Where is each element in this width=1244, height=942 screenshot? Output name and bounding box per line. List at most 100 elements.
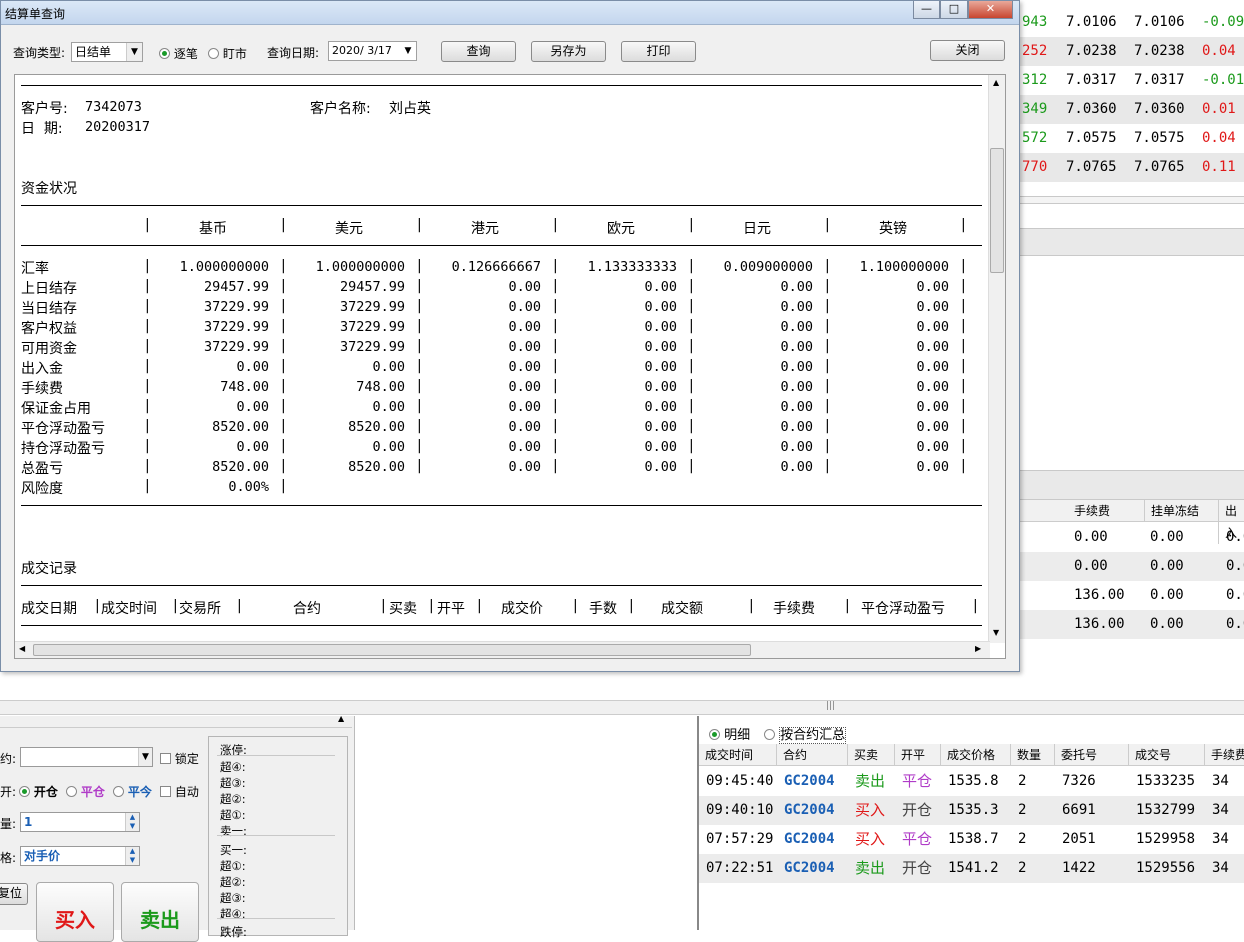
radio-close[interactable]: 平仓 [66,783,105,800]
buy-button[interactable]: 买入 [36,882,114,942]
fund-value-cell: 0.00 [916,419,949,435]
grip-icon[interactable]: ||| [826,701,835,711]
trade-cell-side: 卖出 [855,772,886,790]
spinner-icon[interactable]: ▲ ▼ [125,847,139,865]
currency-header-cell: 基币 [199,221,227,237]
settlement-report[interactable]: 客户号: 7342073 客户名称: 刘占英 日 期: 20200317 资金状… [14,74,1006,659]
print-button[interactable]: 打印 [621,41,696,62]
ladder-label: 超④: [220,760,246,774]
save-as-button[interactable]: 另存为 [531,41,606,62]
column-separator: | [689,217,694,233]
panel-splitter[interactable]: ||| [0,700,1244,715]
reset-button[interactable]: 复位 [0,883,28,905]
table-row[interactable]: 07:22:51 GC2004 卖出 开仓 1541.2 2 1422 1529556 34 [699,854,1244,883]
close-window-button[interactable]: ✕ [968,1,1013,19]
fee-cell: 0.00 [1150,529,1184,545]
trade-header-cell: 成交日期 [21,601,77,617]
fund-value-cell: 0.00 [508,419,541,435]
column-separator: | [281,398,286,414]
trade-header-cell: 成交时间 [101,601,157,617]
qty-input[interactable]: 1 ▲ ▼ [20,812,140,832]
scroll-down-icon[interactable]: ▼ [993,628,999,637]
trade-cell-contract: GC2004 [784,831,835,847]
divider [21,205,982,206]
fund-value-cell: 0.00 [916,439,949,455]
ladder-label: 超③: [220,891,246,905]
price-input[interactable]: 对手价 ▲ ▼ [20,846,140,866]
spinner-icon[interactable]: ▲ ▼ [125,813,139,831]
column-separator: | [145,278,150,294]
quote-cell: 7.0317 [1134,72,1185,88]
scroll-thumb[interactable] [990,148,1004,273]
fund-value-cell: 0.00 [916,319,949,335]
radio-off-icon[interactable] [66,786,77,797]
background-scrollbar[interactable] [1020,196,1244,204]
scroll-right-icon[interactable]: ▶ [975,644,981,653]
scroll-up-icon[interactable]: ▲ [993,78,999,87]
radio-close-today[interactable]: 平今 [113,783,152,800]
radio-off-icon[interactable] [113,786,124,797]
contract-label: 约: [0,752,17,766]
minimize-button[interactable]: — [913,1,940,19]
lock-checkbox[interactable]: 锁定 [160,750,199,767]
radio-dingshi[interactable]: 盯市 [208,45,247,62]
query-button[interactable]: 查询 [441,41,516,62]
trade-cell-price: 1535.3 [948,802,999,818]
table-row[interactable]: 09:45:40 GC2004 卖出 平仓 1535.8 2 7326 1533235 34 [699,767,1244,796]
currency-header-cell: 日元 [743,221,771,237]
dialog-titlebar[interactable]: 结算单查询 — □ ✕ [1,1,1019,25]
collapse-icon[interactable]: ▲ [338,714,344,723]
scroll-left-icon[interactable]: ◀ [19,644,25,653]
chevron-down-icon[interactable]: ▼ [126,43,142,61]
fund-value-cell: 0.00 [508,459,541,475]
fund-value-cell: 8520.00 [348,459,405,475]
radio-on-icon[interactable] [159,48,170,59]
column-separator: | [553,338,558,354]
trade-header-cell: 成交时间 [699,744,777,766]
checkbox-icon[interactable] [160,753,171,764]
query-type-select[interactable]: 日结单 ▼ [71,42,143,62]
chevron-down-icon[interactable]: ▼ [138,748,152,766]
trade-header-cell: 买卖 [848,744,895,766]
quote-cell: 943 [1022,14,1048,30]
radio-zhubi[interactable]: 逐笔 [159,45,198,62]
trade-cell-time: 07:22:51 [706,860,774,876]
column-separator: | [689,318,694,334]
report-horizontal-scrollbar[interactable]: ◀ ▶ [15,641,990,658]
radio-off-icon[interactable] [764,729,775,740]
quote-cell: 770 [1022,159,1048,175]
auto-checkbox[interactable]: 自动 [160,783,199,800]
fund-value-cell: 0.00 [644,299,677,315]
report-vertical-scrollbar[interactable]: ▲ ▼ [988,75,1005,643]
fund-value-cell: 0.00 [644,459,677,475]
radio-open[interactable]: 开仓 [19,783,58,800]
fee-cell: 0.00 [1074,529,1108,545]
quote-cell: 349 [1022,101,1048,117]
radio-on-icon[interactable] [709,729,720,740]
sell-button[interactable]: 卖出 [121,882,199,942]
query-date-picker[interactable]: 2020/ 3/17 ▼ [328,41,417,61]
radio-on-icon[interactable] [19,786,30,797]
fund-value-cell: 0.00 [780,379,813,395]
maximize-button[interactable]: □ [940,1,968,19]
radio-by-contract[interactable]: 按合约汇总 [764,724,847,744]
qty-value: 1 [24,815,33,829]
table-row[interactable]: 09:40:10 GC2004 买入 开仓 1535.3 2 6691 1532799 34 [699,796,1244,825]
column-separator: | [553,278,558,294]
chevron-down-icon[interactable]: ▼ [400,42,416,60]
radio-detail-label: 明细 [724,728,751,743]
fund-value-cell: 0.00 [508,319,541,335]
order-entry-panel: ▲ 约: ▼ 锁定 开: 开仓 平仓 平今 自动 量: 1 ▲ ▼ 格: 对手价 ▲ ▼… [0,714,355,942]
ladder-label: 超②: [220,792,246,806]
column-separator: | [825,278,830,294]
column-separator: | [961,338,966,354]
radio-detail[interactable]: 明细 [709,724,750,743]
trade-cell-time: 07:57:29 [706,831,774,847]
close-button[interactable]: 关闭 [930,40,1005,61]
radio-off-icon[interactable] [208,48,219,59]
contract-select[interactable]: ▼ [20,747,153,767]
checkbox-icon[interactable] [160,786,171,797]
table-row[interactable]: 07:57:29 GC2004 买入 平仓 1538.7 2 2051 1529958 34 [699,825,1244,854]
scroll-thumb[interactable] [33,644,751,656]
column-separator: | [145,438,150,454]
